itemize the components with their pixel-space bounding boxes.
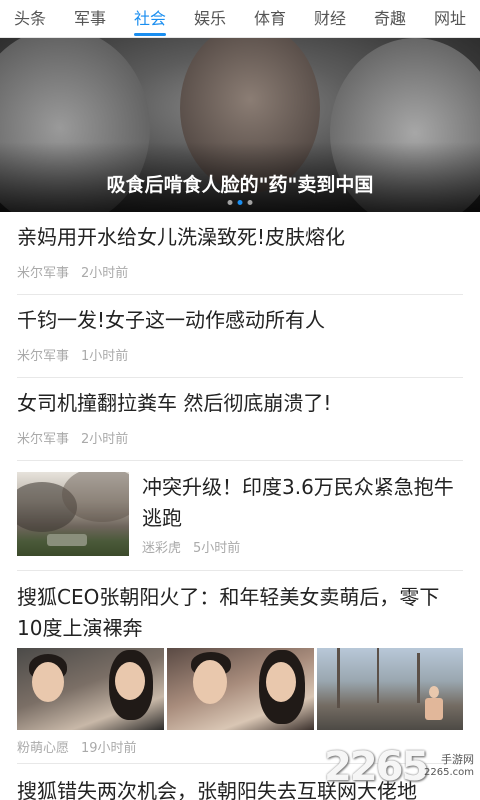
- news-title[interactable]: 搜狐CEO张朝阳火了：和年轻美女卖萌后，零下10度上演裸奔: [17, 582, 463, 644]
- news-time: 19小时前: [81, 741, 137, 756]
- tab-entertainment[interactable]: 娱乐: [180, 0, 240, 38]
- carousel-dot: [247, 200, 253, 205]
- news-meta: 米尔军事 2小时前: [17, 428, 463, 447]
- tab-websites[interactable]: 网址: [420, 0, 480, 38]
- news-title[interactable]: 冲突升级！印度3.6万民众紧急抱牛逃跑: [142, 472, 463, 534]
- watermark-number: 2265: [324, 744, 429, 790]
- news-image-2[interactable]: [167, 648, 314, 730]
- news-title[interactable]: 亲妈用开水给女儿洗澡致死!皮肤熔化: [17, 222, 463, 253]
- tab-sports[interactable]: 体育: [240, 0, 300, 38]
- news-source: 米尔军事: [17, 349, 70, 364]
- carousel-dot: [227, 200, 233, 205]
- hero-banner[interactable]: 吸食后啃食人脸的"药"卖到中国: [0, 38, 480, 212]
- tab-military[interactable]: 军事: [60, 0, 120, 38]
- news-time: 5小时前: [193, 541, 241, 556]
- news-title[interactable]: 女司机撞翻拉粪车 然后彻底崩溃了!: [17, 388, 463, 419]
- carousel-dot-active: [237, 200, 243, 205]
- news-time: 1小时前: [81, 349, 129, 364]
- tab-finance[interactable]: 财经: [300, 0, 360, 38]
- watermark-site-url: 2265.com: [424, 767, 474, 778]
- news-title[interactable]: 千钧一发!女子这一动作感动所有人: [17, 305, 463, 336]
- site-watermark-logo: 2265 手游网 2265.com: [324, 744, 474, 792]
- tab-society[interactable]: 社会: [120, 0, 180, 38]
- news-source: 粉萌心愿: [17, 741, 70, 756]
- news-meta: 粉萌心愿 19小时前: [17, 737, 137, 756]
- news-image-3[interactable]: [317, 648, 463, 730]
- news-source: 米尔军事: [17, 266, 70, 281]
- news-thumbnail[interactable]: [17, 472, 129, 556]
- carousel-indicator: [227, 200, 253, 205]
- news-source: 米尔军事: [17, 432, 70, 447]
- news-source: 迷彩虎: [142, 541, 182, 556]
- news-item[interactable]: 搜狐CEO张朝阳火了：和年轻美女卖萌后，零下10度上演裸奔 粉萌心愿 19小时前: [17, 582, 463, 764]
- tab-curiosities[interactable]: 奇趣: [360, 0, 420, 38]
- news-image-1[interactable]: [17, 648, 164, 730]
- news-meta: 米尔军事 2小时前: [17, 262, 463, 281]
- tab-headlines[interactable]: 头条: [0, 0, 60, 38]
- news-meta: 迷彩虎 5小时前: [142, 537, 240, 556]
- watermark-site-name: 手游网: [441, 753, 474, 766]
- category-tabs: 头条 军事 社会 娱乐 体育 财经 奇趣 网址: [0, 0, 480, 38]
- news-item[interactable]: 女司机撞翻拉粪车 然后彻底崩溃了! 米尔军事 2小时前: [17, 388, 463, 461]
- news-item[interactable]: 冲突升级！印度3.6万民众紧急抱牛逃跑 迷彩虎 5小时前: [17, 472, 463, 571]
- news-time: 2小时前: [81, 266, 129, 281]
- news-time: 2小时前: [81, 432, 129, 447]
- hero-title[interactable]: 吸食后啃食人脸的"药"卖到中国: [0, 170, 480, 197]
- news-item[interactable]: 千钧一发!女子这一动作感动所有人 米尔军事 1小时前: [17, 305, 463, 378]
- news-meta: 米尔军事 1小时前: [17, 345, 463, 364]
- news-item[interactable]: 亲妈用开水给女儿洗澡致死!皮肤熔化 米尔军事 2小时前: [17, 222, 463, 295]
